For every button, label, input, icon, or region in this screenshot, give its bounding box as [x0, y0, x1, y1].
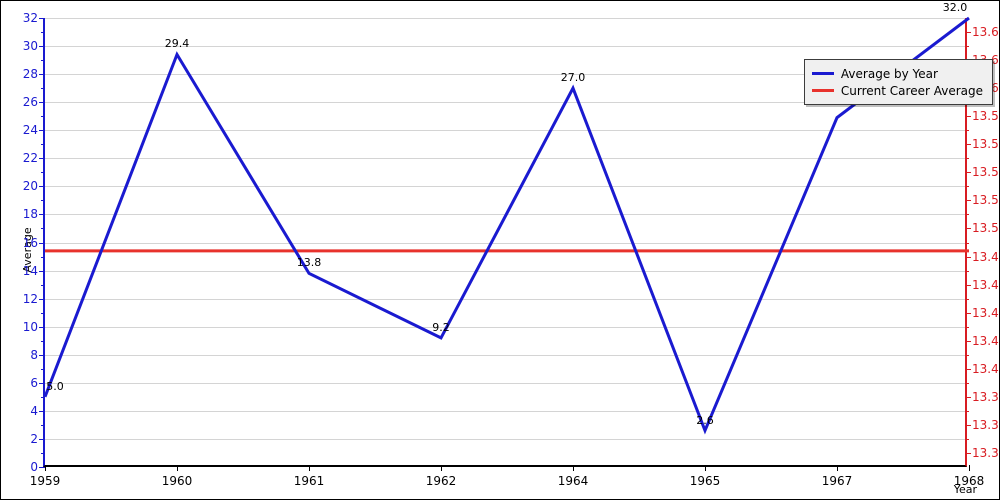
data-point-label: 13.8 [296, 256, 322, 270]
data-point-label: 32.0 [942, 1, 968, 14]
chart-legend[interactable]: Average by Year Current Career Average [803, 59, 993, 105]
x-axis-tick-label: 1965 [689, 474, 721, 488]
x-axis-tick-label: 1968 [953, 474, 985, 488]
data-point-label: 29.4 [164, 37, 190, 51]
legend-item: Current Career Average [811, 82, 983, 99]
x-axis-tick-label: 1967 [821, 474, 853, 488]
chart-container: Average Year 0 2 4 6 8 10 12 14 16 18 20 22 24 26 28 30… [0, 0, 1000, 500]
x-axis-tick-label: 1959 [29, 474, 61, 488]
x-axis-tick-label: 1960 [161, 474, 193, 488]
data-point-label: 5.0 [46, 379, 64, 393]
data-point-label: 9.2 [432, 320, 450, 334]
x-axis-tick-label: 1962 [425, 474, 457, 488]
data-point-label: 27.0 [560, 71, 586, 85]
x-axis-tick-label: 1961 [293, 474, 325, 488]
legend-label: Current Career Average [840, 83, 983, 98]
x-axis-tick-label: 1964 [557, 474, 589, 488]
x-axis-tick-mark [969, 465, 970, 471]
data-point-label: 2.6 [696, 413, 714, 427]
legend-label: Average by Year [840, 66, 938, 81]
legend-item: Average by Year [811, 65, 983, 82]
legend-swatch-average-by-year [811, 72, 834, 75]
legend-swatch-current-career-average [811, 89, 834, 92]
